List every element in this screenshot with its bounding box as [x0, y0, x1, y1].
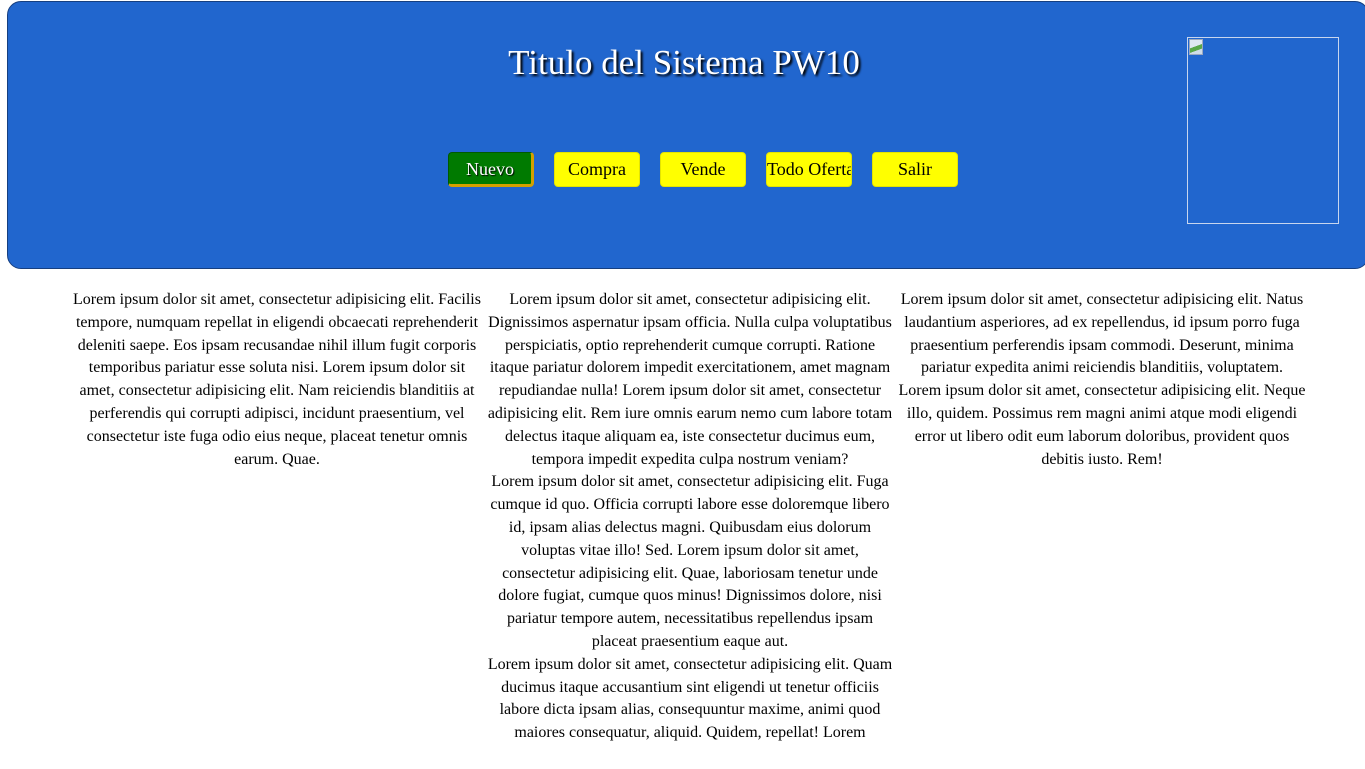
- paragraph: Lorem ipsum dolor sit amet, consectetur …: [487, 655, 893, 742]
- content-column-center: Lorem ipsum dolor sit amet, consectetur …: [484, 289, 896, 745]
- paragraph: Lorem ipsum dolor sit amet, consectetur …: [898, 291, 1306, 468]
- nav-button-salir[interactable]: Salir: [872, 152, 958, 187]
- header-banner: Titulo del Sistema PW10 Nuevo Compra Ven…: [7, 1, 1365, 269]
- content-column-right: Lorem ipsum dolor sit amet, consectetur …: [898, 289, 1306, 471]
- nav-button-todo-ofertas[interactable]: Todo Ofertas: [766, 152, 852, 187]
- logo-image: [1187, 37, 1339, 224]
- nav-button-compra[interactable]: Compra: [554, 152, 640, 187]
- paragraph: Lorem ipsum dolor sit amet, consectetur …: [73, 291, 481, 468]
- paragraph: Lorem ipsum dolor sit amet, consectetur …: [490, 473, 890, 650]
- nav-button-nuevo[interactable]: Nuevo: [448, 152, 534, 187]
- paragraph: Lorem ipsum dolor sit amet, consectetur …: [487, 291, 893, 468]
- content-column-left: Lorem ipsum dolor sit amet, consectetur …: [72, 289, 482, 471]
- broken-image-icon: [1189, 39, 1203, 55]
- page-title: Titulo del Sistema PW10: [508, 43, 860, 82]
- nav-button-vende[interactable]: Vende: [660, 152, 746, 187]
- main-nav: Nuevo Compra Vende Todo Ofertas Salir: [1, 152, 1365, 188]
